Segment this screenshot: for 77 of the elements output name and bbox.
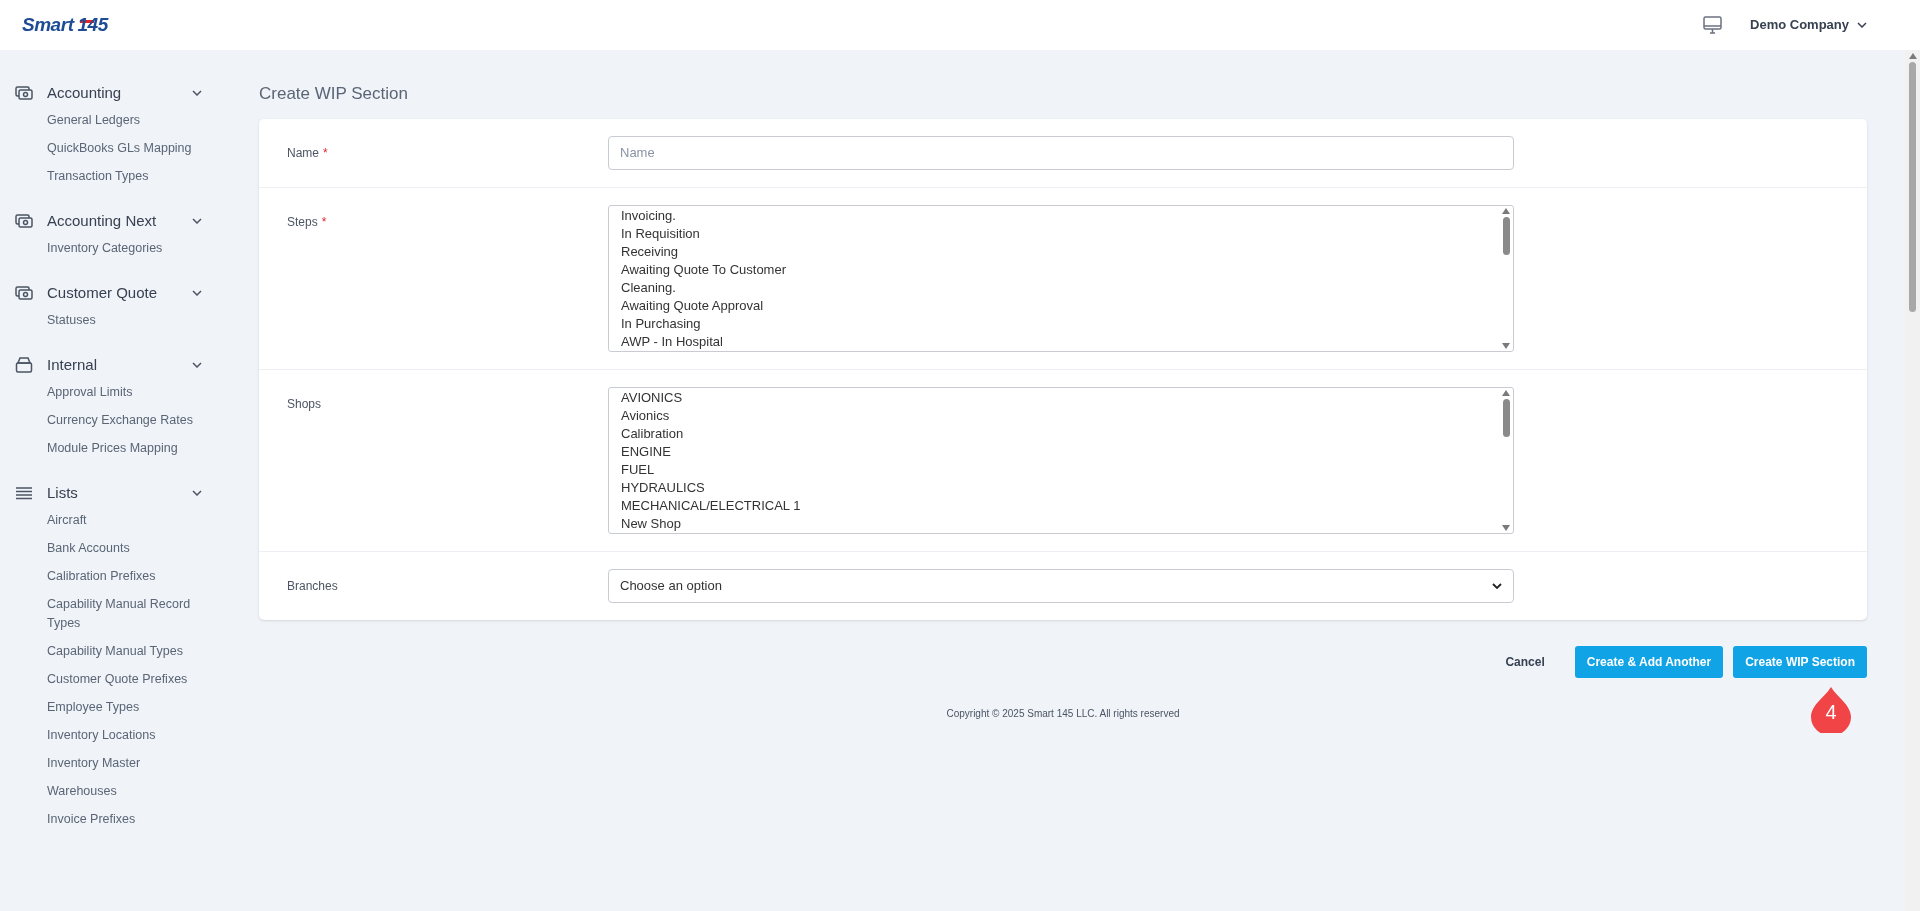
sidebar-link[interactable]: Aircraft — [47, 511, 87, 530]
chevron-icon — [1492, 582, 1502, 589]
chevron-icon[interactable] — [192, 490, 202, 496]
chevron-icon[interactable] — [192, 290, 202, 296]
sidebar-link[interactable]: QuickBooks GLs Mapping — [47, 139, 192, 158]
select-field[interactable]: Choose an option — [608, 568, 1514, 603]
list-option[interactable]: Awaiting Quote Approval — [621, 296, 1499, 315]
monitor-icon[interactable] — [1703, 16, 1723, 34]
list-option[interactable]: Invoicing. — [621, 206, 1499, 225]
sidebar-link[interactable]: General Ledgers — [47, 111, 141, 130]
multi-select-list[interactable]: AVIONICS Avionics Calibration ENGINE FUEL HYDRAULICS MECHANICAL/ELECTRICAL 1 New Shop — [608, 386, 1514, 534]
scroll-up-icon[interactable] — [1502, 389, 1510, 396]
page-title: Create WIP Section — [259, 83, 409, 105]
sidebar-link[interactable]: Bank Accounts — [47, 539, 130, 558]
section-title[interactable]: Lists — [47, 481, 78, 505]
sidebar-link[interactable]: Transaction Types — [47, 167, 149, 186]
sidebar-link[interactable]: Inventory Locations — [47, 726, 156, 745]
sidebar-link[interactable]: Capability Manual Record Types — [47, 595, 195, 633]
scroll-thumb[interactable] — [1502, 398, 1510, 437]
list-option[interactable]: Awaiting Quote To Customer — [621, 260, 1499, 279]
list-option[interactable]: HYDRAULICS — [621, 478, 1499, 497]
scroll-thumb[interactable] — [1502, 216, 1510, 255]
required-mark: * — [323, 145, 328, 160]
section-title[interactable]: Internal — [47, 353, 98, 377]
sidebar-link[interactable]: Employee Types — [47, 698, 140, 717]
chevron-icon — [1857, 22, 1867, 28]
scroll-down-icon[interactable] — [1502, 342, 1510, 349]
required-mark: * — [321, 214, 327, 229]
sidebar-link[interactable]: Inventory Master — [47, 754, 141, 773]
name-input[interactable]: Name — [608, 135, 1514, 170]
list-option[interactable]: Cleaning. — [621, 278, 1499, 297]
sidebar-link[interactable]: Statuses — [47, 311, 96, 330]
wallet-icon — [15, 85, 33, 101]
sidebar-link[interactable]: Inventory Categories — [47, 239, 163, 258]
list-option[interactable]: ENGINE — [621, 442, 1499, 461]
list-option[interactable]: AWP - In Hospital — [621, 332, 1499, 351]
sidebar-link[interactable]: Approval Limits — [47, 383, 133, 402]
field-label: Name — [287, 145, 319, 160]
chevron-icon[interactable] — [192, 90, 202, 96]
list-option[interactable]: Avionics — [621, 406, 1499, 425]
copyright-text: Copyright © 2025 Smart 145 LLC. All rights reserved — [946, 706, 1180, 721]
field-label: Shops — [287, 396, 322, 411]
box-icon — [15, 357, 33, 373]
list-option[interactable]: In Purchasing — [621, 314, 1499, 333]
company-menu[interactable]: Demo Company — [1750, 15, 1867, 35]
logo[interactable]: Smart 145 — [22, 10, 108, 40]
section-title[interactable]: Customer Quote — [47, 281, 158, 305]
list-option[interactable]: Calibration — [621, 424, 1499, 443]
sidebar-link[interactable]: Warehouses — [47, 782, 117, 801]
section-title[interactable]: Accounting Next — [47, 209, 157, 233]
chevron-icon[interactable] — [192, 218, 202, 224]
list-option[interactable]: New Shop — [621, 514, 1499, 533]
field-label: Branches — [287, 578, 338, 593]
list-icon — [15, 486, 33, 500]
sidebar-link[interactable]: Capability Manual Types — [47, 642, 183, 661]
list-option[interactable]: AVIONICS — [621, 388, 1499, 407]
list-option[interactable]: Receiving — [621, 242, 1499, 261]
scroll-up-icon[interactable] — [1908, 53, 1917, 59]
sidebar-link[interactable]: Currency Exchange Rates — [47, 411, 193, 430]
cancel-button[interactable]: Cancel — [1505, 652, 1545, 671]
sidebar-link[interactable]: Module Prices Mapping — [47, 439, 178, 458]
field-label: Steps — [287, 214, 318, 229]
scroll-up-icon[interactable] — [1502, 207, 1510, 214]
scroll-thumb[interactable] — [1909, 62, 1916, 312]
list-option[interactable]: MECHANICAL/ELECTRICAL 1 — [621, 496, 1499, 515]
list-option[interactable]: In Requisition — [621, 224, 1499, 243]
sidebar-link[interactable]: Calibration Prefixes — [47, 567, 156, 586]
chevron-icon[interactable] — [192, 362, 202, 368]
sidebar-link[interactable]: Invoice Prefixes — [47, 810, 136, 829]
sidebar-link[interactable]: Customer Quote Prefixes — [47, 670, 188, 689]
section-title[interactable]: Accounting — [47, 81, 122, 105]
multi-select-list[interactable]: Invoicing. In Requisition Receiving Awaiting Quote To Customer Cleaning. Awaiting Quote Approval In Purchasing AWP - In Hospital — [608, 204, 1514, 352]
wallet-icon — [15, 285, 33, 301]
scroll-down-icon[interactable] — [1502, 524, 1510, 531]
wallet-icon — [15, 213, 33, 229]
list-option[interactable]: FUEL — [621, 460, 1499, 479]
step-callout: 4 — [1809, 686, 1853, 733]
